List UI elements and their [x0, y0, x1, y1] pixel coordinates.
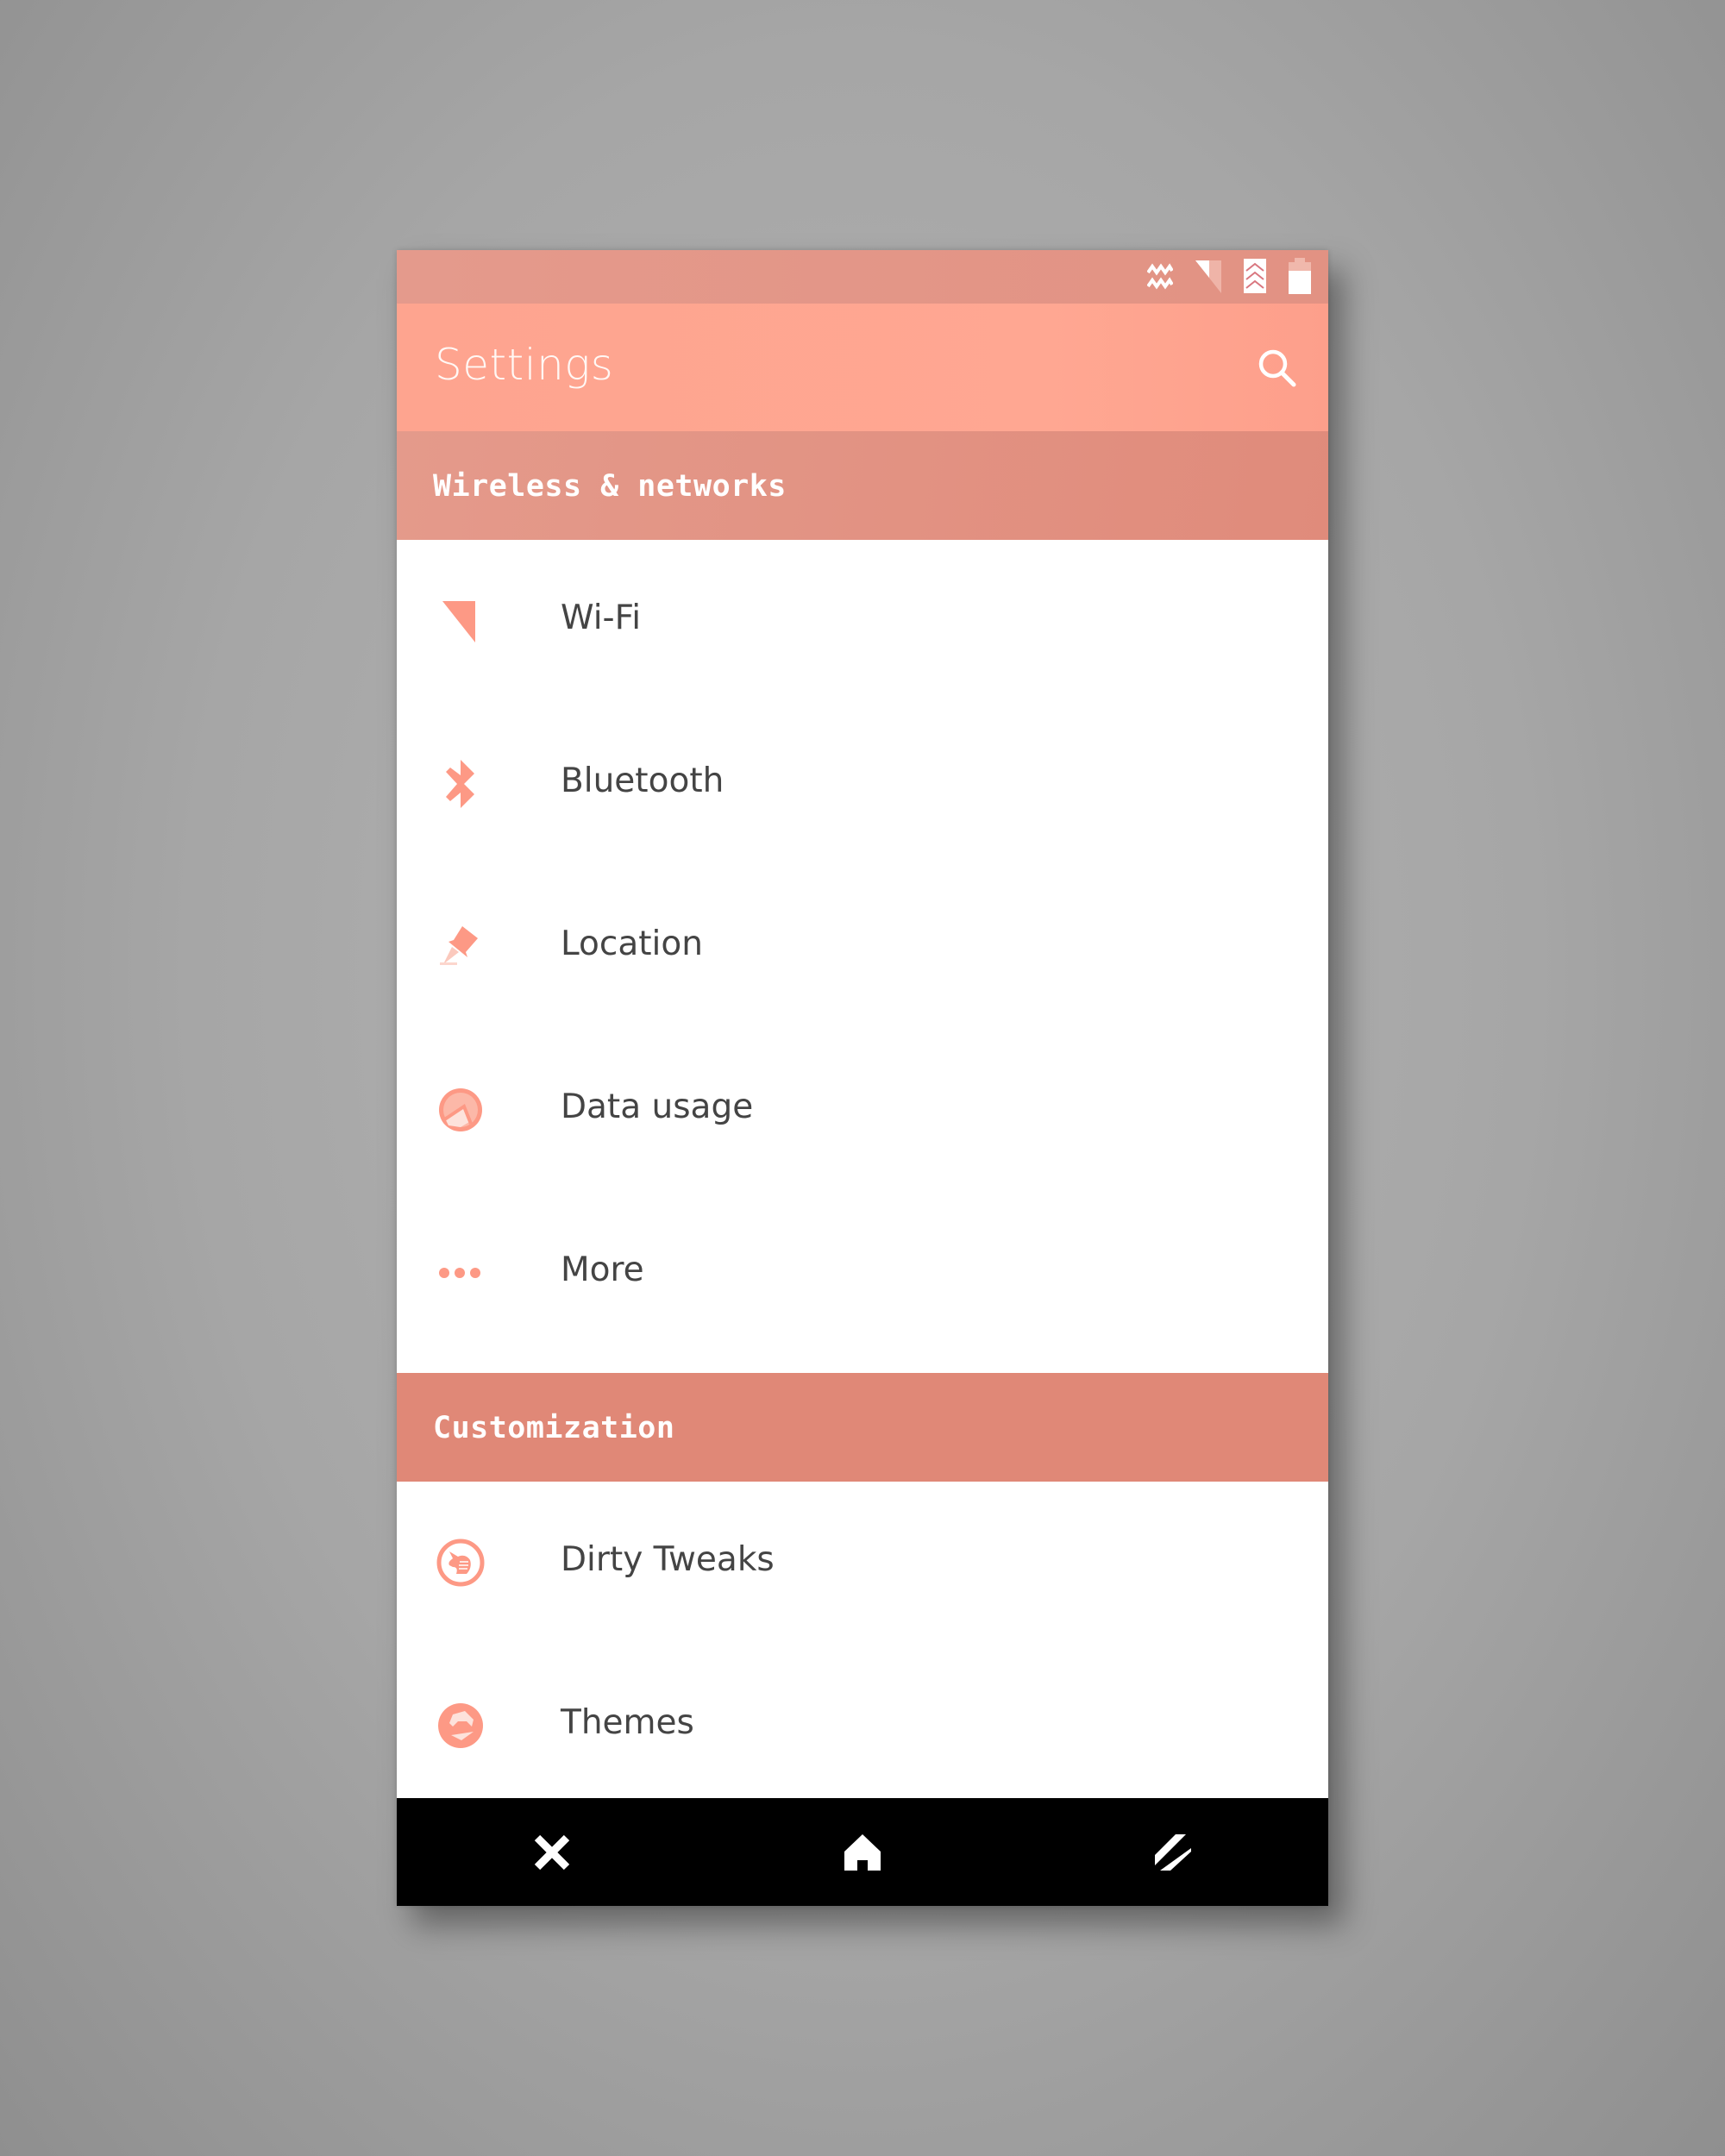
settings-item-themes[interactable]: Themes — [397, 1645, 1328, 1798]
data-arrows-icon — [1244, 259, 1266, 293]
search-button[interactable] — [1251, 342, 1302, 393]
back-x-icon — [534, 1834, 570, 1870]
cell-signal-icon — [1195, 260, 1221, 293]
recents-button[interactable] — [1121, 1809, 1225, 1896]
back-button[interactable] — [500, 1809, 604, 1896]
signal-wave-icon — [1147, 263, 1173, 290]
section-header-customization: Customization — [397, 1373, 1328, 1482]
home-button[interactable] — [811, 1809, 914, 1896]
settings-item-location[interactable]: Location — [397, 866, 1328, 1029]
home-icon — [844, 1833, 881, 1871]
recents-icon — [1155, 1833, 1191, 1871]
item-label: Data usage — [561, 1087, 754, 1126]
item-label: Themes — [561, 1703, 694, 1742]
data-usage-icon — [435, 1084, 486, 1136]
status-bar — [397, 250, 1328, 304]
item-label: Dirty Tweaks — [561, 1540, 775, 1579]
settings-item-dirty-tweaks[interactable]: Dirty Tweaks — [397, 1482, 1328, 1645]
bluetooth-icon — [435, 758, 486, 810]
item-label: Wi-Fi — [561, 599, 642, 637]
app-toolbar: Settings — [397, 304, 1328, 431]
section-title: Customization — [433, 1411, 675, 1445]
unicorn-icon — [435, 1537, 486, 1589]
phone-screen: Settings Wireless & networks Wi-Fi Bluet… — [397, 250, 1328, 1906]
page-title: Settings — [435, 340, 614, 390]
section-header-wireless: Wireless & networks — [397, 431, 1328, 540]
section-title: Wireless & networks — [433, 469, 787, 504]
settings-item-bluetooth[interactable]: Bluetooth — [397, 703, 1328, 866]
search-icon — [1258, 349, 1296, 387]
item-label: Location — [561, 924, 703, 963]
item-label: Bluetooth — [561, 761, 724, 800]
battery-icon — [1289, 258, 1311, 294]
wifi-icon — [435, 595, 486, 647]
item-label: More — [561, 1250, 644, 1289]
settings-item-wifi[interactable]: Wi-Fi — [397, 540, 1328, 703]
themes-icon — [435, 1700, 486, 1752]
settings-item-more[interactable]: More — [397, 1192, 1328, 1355]
settings-item-data-usage[interactable]: Data usage — [397, 1029, 1328, 1192]
location-pin-icon — [435, 921, 486, 973]
navigation-bar — [397, 1798, 1328, 1906]
more-dots-icon — [435, 1247, 486, 1299]
